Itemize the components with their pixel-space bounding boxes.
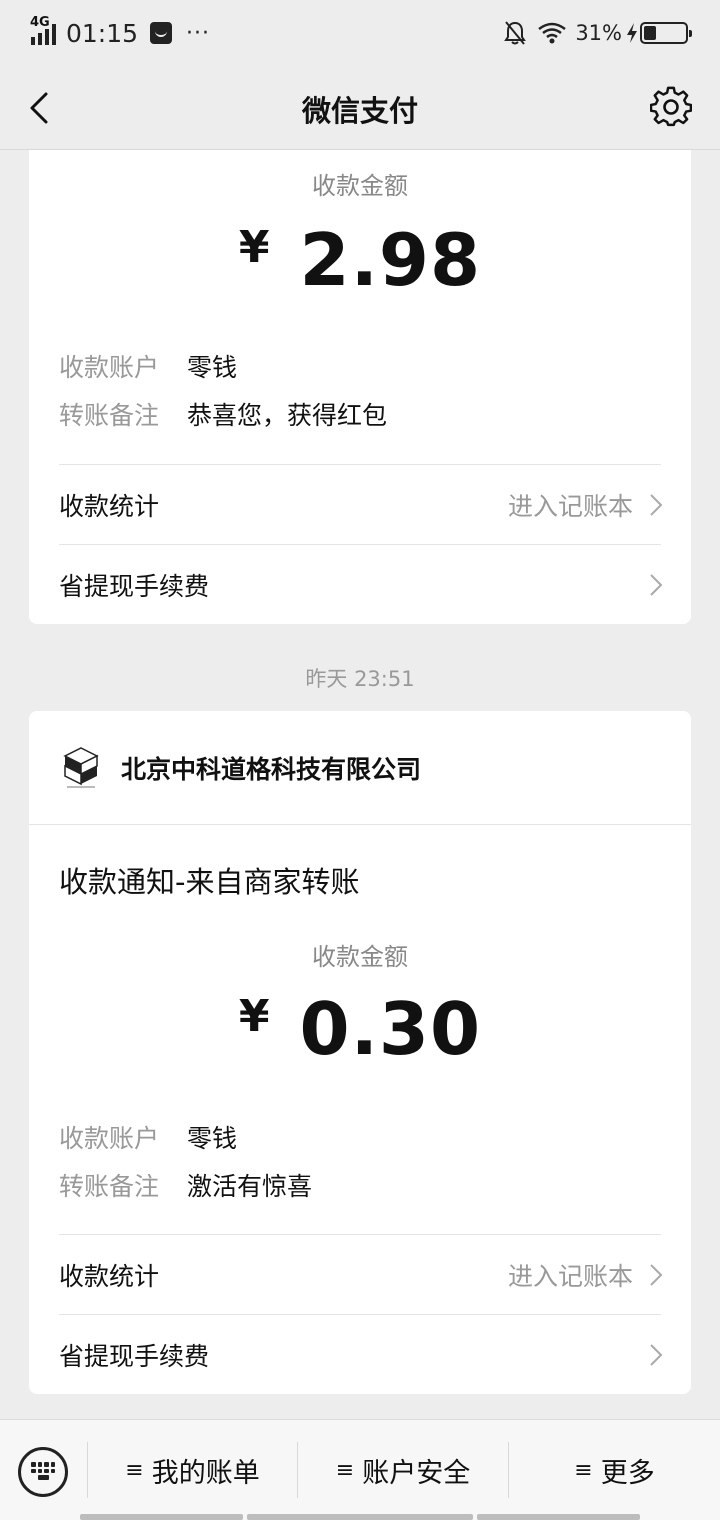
- account-value: 零钱: [187, 353, 238, 382]
- amount-label: 收款金额: [312, 943, 408, 971]
- gesture-indicator: [477, 1514, 640, 1520]
- chevron-right-icon: [650, 1264, 663, 1286]
- stats-row[interactable]: 收款统计 进入记账本: [59, 465, 663, 545]
- more-notifications-icon: ···: [186, 20, 211, 46]
- merchant-name: 北京中科道格科技有限公司: [121, 754, 422, 784]
- remark-row: 转账备注 恭喜您，获得红包: [59, 396, 387, 432]
- signal-icon: 4G: [30, 15, 60, 47]
- charging-icon: [627, 23, 637, 43]
- remark-row: 转账备注 激活有惊喜: [59, 1167, 312, 1203]
- page-title: 微信支付: [301, 94, 418, 128]
- remark-value: 激活有惊喜: [187, 1172, 313, 1201]
- bottom-menu-bar: ≡ 我的账单 ≡ 账户安全 ≡ 更多: [0, 1419, 720, 1520]
- amount: ¥ 2.98: [29, 218, 691, 302]
- chevron-right-icon: [650, 574, 663, 596]
- menu-icon: ≡: [574, 1457, 593, 1483]
- battery-percent: 31%: [575, 21, 622, 45]
- tab-label: 我的账单: [151, 1457, 260, 1489]
- fee-row[interactable]: 省提现手续费: [59, 1315, 663, 1395]
- remark-key: 转账备注: [59, 401, 160, 430]
- menu-icon: ≡: [335, 1457, 355, 1483]
- account-key: 收款账户: [59, 353, 160, 382]
- menu-icon: ≡: [125, 1457, 144, 1483]
- payment-card: 收款金额 ¥ 2.98 收款账户 零钱 转账备注 恭喜您，获得红包 收款统计 进…: [29, 150, 691, 624]
- amount-label: 收款金额: [312, 172, 408, 200]
- keyboard-toggle-icon[interactable]: [18, 1447, 68, 1497]
- currency-symbol: ¥: [238, 991, 270, 1042]
- notice-title: 收款通知-来自商家转账: [59, 865, 360, 899]
- tab-account-security[interactable]: ≡ 账户安全: [298, 1442, 508, 1498]
- stats-hint: 进入记账本: [507, 1262, 633, 1291]
- message-notification-icon: [150, 22, 173, 44]
- account-value: 零钱: [187, 1124, 238, 1153]
- amount: ¥ 0.30: [29, 987, 691, 1071]
- gesture-indicator: [80, 1514, 243, 1520]
- settings-gear-icon[interactable]: [650, 86, 692, 128]
- account-row: 收款账户 零钱: [59, 1119, 237, 1155]
- stats-hint: 进入记账本: [507, 492, 633, 521]
- tab-label: 账户安全: [362, 1457, 471, 1489]
- chevron-right-icon: [650, 1344, 663, 1366]
- account-key: 收款账户: [59, 1124, 160, 1153]
- payment-card: 北京中科道格科技有限公司 收款通知-来自商家转账 收款金额 ¥ 0.30 收款账…: [29, 711, 691, 1394]
- battery-level: [644, 26, 657, 40]
- stats-label: 收款统计: [59, 1262, 160, 1291]
- fee-label: 省提现手续费: [59, 572, 210, 601]
- wifi-icon: [538, 22, 567, 44]
- tab-more[interactable]: ≡ 更多: [509, 1442, 720, 1498]
- mute-bell-icon: [504, 21, 527, 45]
- amount-value: 0.30: [299, 987, 482, 1071]
- stats-label: 收款统计: [59, 492, 160, 521]
- status-time: 01:15: [66, 18, 139, 48]
- remark-key: 转账备注: [59, 1172, 160, 1201]
- account-row: 收款账户 零钱: [59, 348, 237, 384]
- amount-value: 2.98: [299, 218, 482, 302]
- fee-row[interactable]: 省提现手续费: [59, 545, 663, 625]
- fee-label: 省提现手续费: [59, 1342, 210, 1371]
- battery-icon: [640, 22, 692, 44]
- stats-row[interactable]: 收款统计 进入记账本: [59, 1235, 663, 1315]
- currency-symbol: ¥: [238, 222, 270, 273]
- tab-my-bills[interactable]: ≡ 我的账单: [88, 1442, 297, 1498]
- remark-value: 恭喜您，获得红包: [187, 401, 388, 430]
- merchant-logo-icon: [63, 746, 99, 788]
- status-bar: 4G 01:15 ··· 31%: [0, 0, 720, 66]
- merchant-header[interactable]: 北京中科道格科技有限公司: [29, 711, 691, 825]
- chevron-right-icon: [650, 494, 663, 516]
- tab-label: 更多: [600, 1457, 655, 1489]
- gesture-indicator: [247, 1514, 473, 1520]
- nav-bar: 微信支付: [0, 66, 720, 150]
- message-timestamp: 昨天 23:51: [305, 667, 415, 691]
